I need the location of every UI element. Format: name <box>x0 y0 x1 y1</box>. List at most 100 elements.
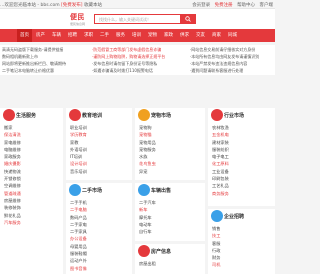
category-header[interactable]: 宠物市场 <box>135 108 205 122</box>
category-link[interactable]: 行政 <box>212 247 220 254</box>
category-link[interactable]: 装修装饰 <box>4 204 21 211</box>
category-link[interactable]: 宠物用品 <box>139 139 156 146</box>
category-header[interactable]: 企业招聘 <box>208 209 275 223</box>
nav-item[interactable]: 供求 <box>180 32 189 38</box>
category-header[interactable]: 行业市场 <box>208 108 275 122</box>
category-link[interactable]: 花鸟鱼虫 <box>139 160 156 167</box>
notice-item[interactable]: ·本站严禁发布违法违规信息内容 <box>190 61 247 67</box>
category-link[interactable]: 摩托车 <box>139 214 156 221</box>
category-link[interactable]: 家教 <box>70 139 87 146</box>
category-link[interactable]: 五金机电 <box>212 131 229 138</box>
category-link[interactable]: 工业设备 <box>212 168 229 175</box>
site-logo[interactable]: 便民 便民信息网 <box>67 12 88 26</box>
nav-item[interactable]: 家政 <box>164 32 173 38</box>
category-link[interactable]: 设计培训 <box>70 160 87 167</box>
nav-item[interactable]: 招聘 <box>68 32 77 38</box>
category-link[interactable]: 外语培训 <box>70 146 87 153</box>
notice-item[interactable]: 二手笔记本电脑转让价格优惠 <box>2 68 54 74</box>
category-link[interactable]: 图书音像 <box>70 265 87 272</box>
notice-item[interactable]: ·本站所有信息均由网友发布请谨慎识别 <box>190 54 259 60</box>
category-link[interactable]: 异宠 <box>139 168 156 175</box>
notice-item[interactable]: ·如遇诈骗请及时拨打110报警电话 <box>92 68 153 74</box>
category-header[interactable]: 教育培训 <box>66 108 132 122</box>
nav-item[interactable]: 求职 <box>84 32 93 38</box>
category-link[interactable]: 服装鞋帽 <box>70 250 87 257</box>
category-link[interactable]: 财务 <box>212 254 220 261</box>
category-link[interactable]: IT培训 <box>70 153 87 160</box>
nav-item[interactable]: 交友 <box>196 32 205 38</box>
category-link[interactable]: 家政服务 <box>4 153 21 160</box>
category-link[interactable]: 音乐培训 <box>70 168 87 175</box>
category-link[interactable]: 学历教育 <box>70 131 87 138</box>
category-header[interactable]: 生活服务 <box>0 108 63 122</box>
category-link[interactable]: 电子电工 <box>212 153 229 160</box>
category-link[interactable]: 销售 <box>212 225 220 232</box>
notice-item[interactable]: ·网站信息交易前请仔细核实对方身份 <box>190 47 255 53</box>
nav-item[interactable]: 首页 <box>17 29 32 42</box>
category-link[interactable]: 技工 <box>212 232 220 239</box>
search-input[interactable]: 找找什么，输入关键词试试！ <box>99 17 151 23</box>
help-link[interactable]: 帮助中心 <box>237 3 255 8</box>
bookmark-link[interactable]: 收藏本站 <box>84 3 102 8</box>
category-link[interactable]: 家电维修 <box>4 139 21 146</box>
notice-item[interactable]: ·发布信息时请勿留下身份证号等隐私 <box>92 61 157 67</box>
nav-item[interactable]: 房产 <box>36 32 45 38</box>
nav-item[interactable]: 车辆 <box>52 32 61 38</box>
category-link[interactable]: 司机 <box>212 261 220 268</box>
category-link[interactable]: 汽车服务 <box>4 219 21 226</box>
category-link[interactable]: 搬家 <box>4 124 21 131</box>
category-link[interactable]: 鲜花礼品 <box>4 212 21 219</box>
category-link[interactable]: 工艺礼品 <box>212 182 229 189</box>
category-link[interactable]: 运动户外 <box>70 257 87 264</box>
nav-item[interactable]: 二手 <box>100 32 109 38</box>
category-link[interactable]: 数码产品 <box>70 214 87 221</box>
nav-item[interactable]: 培训 <box>132 32 141 38</box>
nav-item[interactable]: 宠物 <box>148 32 157 38</box>
category-link[interactable]: 办公设备 <box>70 235 87 242</box>
category-link[interactable]: 商务服务 <box>212 190 229 197</box>
category-link[interactable]: 二手家电 <box>70 221 87 228</box>
category-link[interactable]: 职业培训 <box>70 124 87 131</box>
category-link[interactable]: 房屋维修 <box>4 197 21 204</box>
category-link[interactable]: 房屋出租 <box>139 260 156 267</box>
category-link[interactable]: 管道疏通 <box>4 190 21 197</box>
category-link[interactable]: 新车 <box>139 206 156 213</box>
category-link[interactable]: 电脑维修 <box>4 146 21 153</box>
notice-item[interactable]: 数码相机最新款上市 <box>2 54 38 60</box>
category-link[interactable]: 空调维修 <box>4 182 21 189</box>
nav-item[interactable]: 服务 <box>116 32 125 38</box>
category-link[interactable]: 水族 <box>139 153 156 160</box>
category-link[interactable]: 自行车 <box>139 228 156 235</box>
category-link[interactable]: 宠物狗 <box>139 124 156 131</box>
category-link[interactable]: 母婴用品 <box>70 243 87 250</box>
nav-item[interactable]: 同城 <box>228 32 237 38</box>
category-link[interactable]: 婚庆摄影 <box>4 160 21 167</box>
category-header[interactable]: 二手市场 <box>66 183 132 197</box>
notice-item[interactable]: ·谨防网上购物陷阱，购物请选择正规平台 <box>92 54 165 60</box>
category-link[interactable]: 印刷包装 <box>212 175 229 182</box>
notice-item[interactable]: 高清无码盗版下载服务-请提供链接 <box>2 47 63 53</box>
category-header[interactable]: 车辆出售 <box>135 183 205 197</box>
category-link[interactable]: 建材家装 <box>212 139 229 146</box>
category-header[interactable]: 房产信息 <box>135 244 205 258</box>
category-link[interactable]: 化工原料 <box>212 160 229 167</box>
category-link[interactable]: 农林牧渔 <box>212 124 229 131</box>
category-link[interactable]: 保洁清洗 <box>4 131 21 138</box>
category-link[interactable]: 快递物流 <box>4 168 21 175</box>
category-link[interactable]: 二手家具 <box>70 228 87 235</box>
search-button[interactable] <box>180 14 196 24</box>
free-post-link[interactable]: [免费发布] <box>61 3 83 8</box>
notice-item[interactable]: 网站即将更新推出新栏目、敬请期待 <box>2 61 66 67</box>
client-link[interactable]: 客户端 <box>260 3 274 8</box>
category-link[interactable]: 开锁修锁 <box>4 175 21 182</box>
nav-item[interactable]: 商家 <box>212 32 221 38</box>
category-link[interactable]: 二手手机 <box>70 199 87 206</box>
category-link[interactable]: 二手电脑 <box>70 206 87 213</box>
notice-item[interactable]: ·遇到问题请联系客服进行处理 <box>190 68 243 74</box>
category-link[interactable]: 宠物猫 <box>139 131 156 138</box>
category-link[interactable]: 宠物服务 <box>139 146 156 153</box>
category-link[interactable]: 电动车 <box>139 221 156 228</box>
category-link[interactable]: 二手汽车 <box>139 199 156 206</box>
notice-item[interactable]: ·防范假冒工商等部门发布虚假信息诈骗 <box>92 47 161 53</box>
register-link[interactable]: 免费注册 <box>215 3 233 8</box>
